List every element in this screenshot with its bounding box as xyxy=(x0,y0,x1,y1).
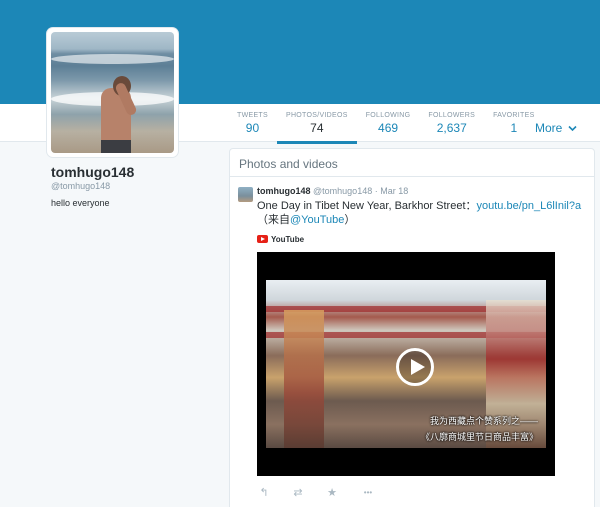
play-icon[interactable] xyxy=(396,348,434,386)
more-menu-button[interactable]: More xyxy=(535,121,577,135)
video-player[interactable]: 我为西藏点个赞系列之—— 《八廓商城里节日商品丰富》 xyxy=(257,252,555,476)
chevron-down-icon xyxy=(568,126,577,132)
divider xyxy=(230,176,594,177)
tweet-separator: · xyxy=(374,186,378,196)
stat-tweets[interactable]: TWEETS 90 xyxy=(228,110,277,142)
stat-followers[interactable]: FOLLOWERS 2,637 xyxy=(419,110,484,142)
youtube-icon xyxy=(257,235,268,243)
tweet-mention[interactable]: @YouTube xyxy=(290,214,344,226)
reply-icon[interactable]: ↰ xyxy=(257,487,271,499)
stat-photos-videos[interactable]: PHOTOS/VIDEOS 74 xyxy=(276,110,357,144)
tweet-author-handle: @tomhugo148 xyxy=(313,186,373,196)
more-label: More xyxy=(535,121,563,135)
video-thumbnail: 我为西藏点个赞系列之—— 《八廓商城里节日商品丰富》 xyxy=(266,280,546,448)
stat-value: 2,637 xyxy=(436,121,467,135)
stat-label: FAVORITES xyxy=(493,112,535,119)
stat-label: PHOTOS/VIDEOS xyxy=(285,112,348,119)
stat-following[interactable]: FOLLOWING 469 xyxy=(357,110,420,142)
profile-handle: @tomhugo148 xyxy=(51,181,111,191)
stat-label: TWEETS xyxy=(237,112,268,119)
photos-videos-card: Photos and videos tomhugo148 @tomhugo148… xyxy=(229,148,595,507)
stat-value: 90 xyxy=(245,121,260,135)
media-source[interactable]: YouTube xyxy=(257,233,304,245)
stat-label: FOLLOWERS xyxy=(428,112,476,119)
favorite-icon[interactable]: ★ xyxy=(325,487,339,499)
tweet-text-part: （来自 xyxy=(257,214,290,226)
tweet-date[interactable]: Mar 18 xyxy=(380,186,408,196)
profile-bio: hello everyone xyxy=(51,198,110,208)
stat-value: 469 xyxy=(378,121,399,135)
tweet-avatar[interactable] xyxy=(238,187,253,202)
tweet-text-part: One Day in Tibet New Year, Barkhor Stree… xyxy=(257,200,477,212)
tweet-text: One Day in Tibet New Year, Barkhor Stree… xyxy=(257,199,587,227)
avatar-image xyxy=(51,32,174,153)
tweet-header: tomhugo148 @tomhugo148 · Mar 18 xyxy=(257,186,408,196)
retweet-icon[interactable]: ⇄ xyxy=(291,487,305,499)
more-options-icon[interactable]: ••• xyxy=(359,487,377,499)
video-subtitle: 《八廓商城里节日商品丰富》 xyxy=(420,432,538,442)
profile-name[interactable]: tomhugo148 xyxy=(51,164,134,180)
section-title: Photos and videos xyxy=(239,157,338,171)
video-subtitle: 我为西藏点个赞系列之—— xyxy=(429,416,538,426)
stat-value: 1 xyxy=(510,121,518,135)
tweet-text-part: ） xyxy=(344,214,356,226)
tweet-actions: ↰ ⇄ ★ ••• xyxy=(257,487,377,499)
profile-stats: TWEETS 90 PHOTOS/VIDEOS 74 FOLLOWING 469… xyxy=(228,110,544,144)
media-source-label: YouTube xyxy=(271,234,305,244)
tweet-link[interactable]: youtu.be/pn_L6lInil?a xyxy=(477,200,582,212)
profile-avatar[interactable] xyxy=(47,28,178,157)
tweet-author-name[interactable]: tomhugo148 xyxy=(257,186,311,196)
stat-value: 74 xyxy=(310,121,324,135)
stat-label: FOLLOWING xyxy=(365,112,411,119)
